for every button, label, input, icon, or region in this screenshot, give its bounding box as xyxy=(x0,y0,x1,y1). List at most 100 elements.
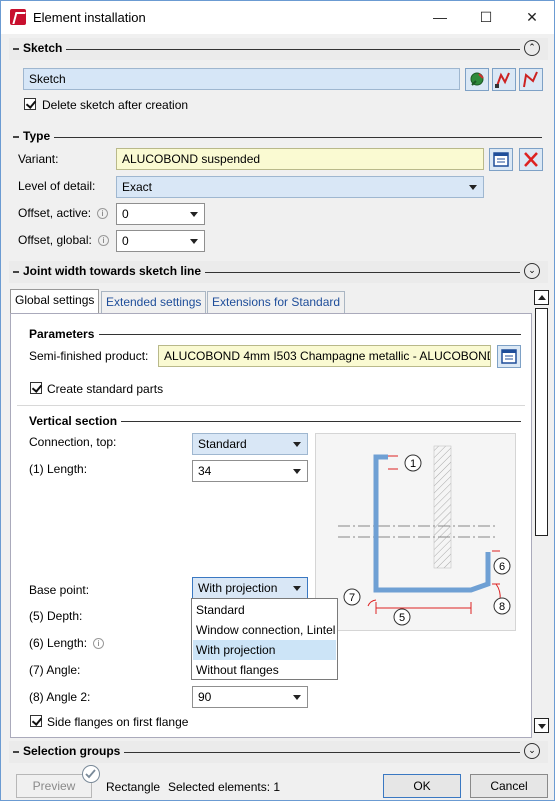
level-of-detail-select[interactable]: Exact xyxy=(116,176,484,198)
vertical-section-group-label: Vertical section xyxy=(29,414,118,428)
semi-finished-catalog-button[interactable] xyxy=(497,345,521,368)
side-flanges-label: Side flanges on first flange xyxy=(47,715,189,729)
length-1-select[interactable]: 34 xyxy=(192,460,308,482)
sketch-eyedropper-button[interactable] xyxy=(465,68,489,91)
minimize-button[interactable]: — xyxy=(417,1,463,33)
chevron-down-icon xyxy=(293,469,301,474)
selection-groups-section-label: Selection groups xyxy=(23,744,125,758)
element-installation-dialog: Element installation — ☐ ✕ Sketch ⌃ Sket… xyxy=(0,0,555,801)
offset-active-label: Offset, active: i xyxy=(18,206,109,220)
scroll-down-button[interactable] xyxy=(534,718,549,733)
tab-extended-settings[interactable]: Extended settings xyxy=(101,291,207,313)
diagram-label-5: 5 xyxy=(399,612,405,624)
length-1-label: (1) Length: xyxy=(29,462,88,476)
joint-width-section-header[interactable]: Joint width towards sketch line ⌄ xyxy=(9,261,548,283)
tab-extensions-for-standard[interactable]: Extensions for Standard xyxy=(207,291,346,313)
group-rule xyxy=(99,334,521,335)
group-separator xyxy=(17,405,525,406)
angle-8-select[interactable]: 90 xyxy=(192,686,308,708)
chevron-down-icon xyxy=(190,212,198,217)
section-grip-icon xyxy=(13,271,19,273)
section-grip-icon xyxy=(13,751,19,753)
length-6-text: (6) Length: xyxy=(29,636,88,650)
type-section-header: Type xyxy=(9,126,548,148)
variant-clear-button[interactable] xyxy=(519,148,543,171)
create-standard-parts-checkbox[interactable] xyxy=(30,382,42,394)
angle-8-value: 90 xyxy=(198,690,212,704)
delete-x-icon xyxy=(524,152,538,167)
selection-mode-text: Rectangle xyxy=(106,780,161,794)
cancel-button[interactable]: Cancel xyxy=(470,774,548,798)
info-icon[interactable]: i xyxy=(97,208,109,219)
connection-top-select[interactable]: Standard xyxy=(192,433,308,455)
level-of-detail-label: Level of detail: xyxy=(18,179,96,193)
base-point-select[interactable]: With projection xyxy=(192,577,308,599)
group-rule xyxy=(121,421,521,422)
polyline-icon xyxy=(495,72,510,88)
dropdown-option-standard[interactable]: Standard xyxy=(193,600,336,620)
window-title: Element installation xyxy=(33,10,146,25)
info-icon[interactable]: i xyxy=(97,235,109,246)
maximize-button[interactable]: ☐ xyxy=(463,1,509,33)
delete-sketch-checkbox[interactable] xyxy=(24,98,36,110)
level-of-detail-value: Exact xyxy=(122,180,153,194)
variant-catalog-button[interactable] xyxy=(489,148,513,171)
semi-finished-field[interactable]: ALUCOBOND 4mm I503 Champagne metallic - … xyxy=(158,345,491,367)
sketch-field[interactable]: Sketch xyxy=(23,68,460,90)
tab-global-settings[interactable]: Global settings xyxy=(10,289,100,314)
connection-top-value: Standard xyxy=(198,437,247,451)
preview-status-icon xyxy=(82,765,100,783)
diagram-label-6: 6 xyxy=(499,561,505,573)
selection-groups-section-header[interactable]: Selection groups ⌄ xyxy=(9,741,548,763)
chevron-down-icon xyxy=(293,442,301,447)
diagram-label-7: 7 xyxy=(349,592,355,604)
offset-active-select[interactable]: 0 xyxy=(116,203,205,225)
diagram-label-8: 8 xyxy=(499,601,505,613)
type-section-label: Type xyxy=(23,129,55,143)
offset-active-value: 0 xyxy=(122,207,129,221)
offset-global-label: Offset, global: i xyxy=(18,233,109,247)
semi-finished-label: Semi-finished product: xyxy=(29,349,149,363)
close-button[interactable]: ✕ xyxy=(509,1,555,33)
tab-scrollbar[interactable] xyxy=(534,290,549,734)
depth-5-label: (5) Depth: xyxy=(29,609,83,623)
vertical-section-diagram: 1 5 6 7 8 xyxy=(315,433,516,631)
variant-label: Variant: xyxy=(18,152,59,166)
side-flanges-checkbox[interactable] xyxy=(30,715,42,727)
catalog-icon xyxy=(501,349,517,364)
section-rule xyxy=(23,137,542,138)
sketch-draw-button[interactable] xyxy=(492,68,516,91)
preview-button[interactable]: Preview xyxy=(16,774,92,798)
title-bar: Element installation — ☐ ✕ xyxy=(1,1,554,34)
offset-active-text: Offset, active: xyxy=(18,206,92,220)
connection-top-label: Connection, top: xyxy=(29,435,117,449)
expand-icon[interactable]: ⌄ xyxy=(524,743,540,759)
section-rule xyxy=(23,49,520,50)
angle-7-label: (7) Angle: xyxy=(29,663,81,677)
dropdown-option-window-connection[interactable]: Window connection, Lintel xyxy=(193,620,336,640)
collapse-icon[interactable]: ⌃ xyxy=(524,40,540,56)
checkmark-icon xyxy=(85,769,96,779)
info-icon[interactable]: i xyxy=(93,638,105,649)
variant-field[interactable]: ALUCOBOND suspended xyxy=(116,148,484,170)
dropdown-option-without-flanges[interactable]: Without flanges xyxy=(193,660,336,680)
profile-drawing: 1 5 6 7 8 xyxy=(338,445,511,626)
base-point-label: Base point: xyxy=(29,583,90,597)
scroll-up-button[interactable] xyxy=(534,290,549,305)
sketch-edit-button[interactable] xyxy=(519,68,543,91)
chevron-down-icon xyxy=(469,185,477,190)
sketch-section-header[interactable]: Sketch ⌃ xyxy=(9,38,548,60)
scroll-thumb[interactable] xyxy=(535,308,548,536)
ok-button[interactable]: OK xyxy=(383,774,461,798)
length-1-value: 34 xyxy=(198,464,212,478)
length-6-label: (6) Length: i xyxy=(29,636,105,650)
expand-icon[interactable]: ⌄ xyxy=(524,263,540,279)
joint-width-section-label: Joint width towards sketch line xyxy=(23,264,206,278)
dropdown-option-with-projection[interactable]: With projection xyxy=(193,640,336,660)
offset-global-select[interactable]: 0 xyxy=(116,230,205,252)
eyedropper-icon xyxy=(470,72,484,86)
section-grip-icon xyxy=(13,48,19,50)
base-point-dropdown-list: Standard Window connection, Lintel With … xyxy=(191,598,338,680)
offset-global-text: Offset, global: xyxy=(18,233,92,247)
offset-global-value: 0 xyxy=(122,234,129,248)
